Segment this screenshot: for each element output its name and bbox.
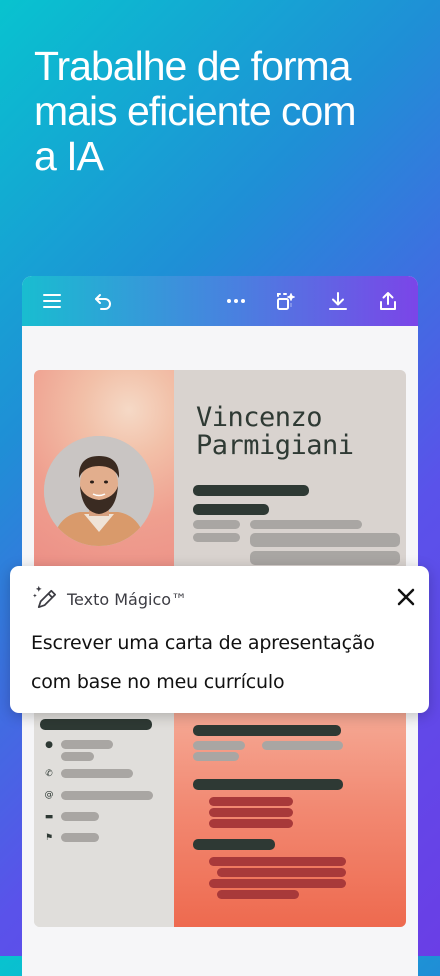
headline-line-3: a IA (34, 133, 104, 179)
placeholder-line (209, 797, 293, 806)
placeholder-line (209, 857, 346, 866)
placeholder-line (61, 812, 99, 821)
profile-photo[interactable] (44, 436, 154, 546)
placeholder-line (61, 833, 99, 842)
email-icon: @ (44, 790, 54, 800)
headline: Trabalhe de forma mais eficiente com a I… (34, 44, 424, 179)
placeholder-line (193, 504, 269, 515)
magic-resize-icon[interactable] (272, 287, 300, 315)
placeholder-line (193, 741, 245, 750)
phone-icon: ✆ (45, 769, 53, 779)
placeholder-line (193, 533, 240, 542)
magic-write-header: Texto Mágico™ (32, 584, 187, 615)
magic-write-card[interactable]: Texto Mágico™ Escrever uma carta de apre… (10, 566, 429, 713)
placeholder-line (193, 725, 341, 736)
placeholder-line (262, 741, 343, 750)
undo-icon[interactable] (89, 287, 117, 315)
placeholder-line (61, 752, 94, 761)
placeholder-line (250, 520, 362, 529)
placeholder-line (250, 551, 400, 565)
magic-pencil-icon (32, 584, 59, 615)
resume-first-name: Vincenzo (196, 402, 323, 433)
placeholder-line (40, 719, 152, 730)
headline-line-1: Trabalhe de forma (34, 43, 352, 89)
menu-icon[interactable] (38, 287, 66, 315)
placeholder-line (61, 769, 133, 778)
placeholder-line (193, 839, 275, 850)
placeholder-line (61, 791, 153, 800)
close-icon[interactable] (395, 586, 417, 608)
placeholder-line (193, 752, 239, 761)
placeholder-line (209, 879, 346, 888)
resume-last-name: Parmigiani (196, 430, 354, 461)
placeholder-line (193, 485, 309, 496)
briefcase-icon: ▬ (44, 812, 54, 822)
headline-line-2: mais eficiente com (34, 88, 357, 134)
placeholder-line (61, 740, 113, 749)
magic-write-prompt[interactable]: Escrever uma carta de apresentação com b… (31, 624, 421, 702)
placeholder-line (209, 808, 293, 817)
placeholder-line (193, 520, 240, 529)
resume-name[interactable]: Vincenzo Parmigiani (196, 404, 354, 460)
share-icon[interactable] (374, 287, 402, 315)
prompt-line-2: com base no meu currículo (31, 671, 285, 693)
placeholder-line (250, 533, 400, 547)
placeholder-line (217, 868, 346, 877)
magic-write-title: Texto Mágico™ (67, 590, 188, 609)
more-icon[interactable] (222, 287, 250, 315)
placeholder-line (193, 779, 343, 790)
placeholder-line (209, 819, 293, 828)
location-icon: ● (45, 740, 53, 750)
download-icon[interactable] (324, 287, 352, 315)
placeholder-line (217, 890, 299, 899)
prompt-line-1: Escrever uma carta de apresentação (31, 632, 375, 654)
editor-toolbar (22, 276, 418, 326)
flag-icon: ⚑ (44, 833, 54, 843)
